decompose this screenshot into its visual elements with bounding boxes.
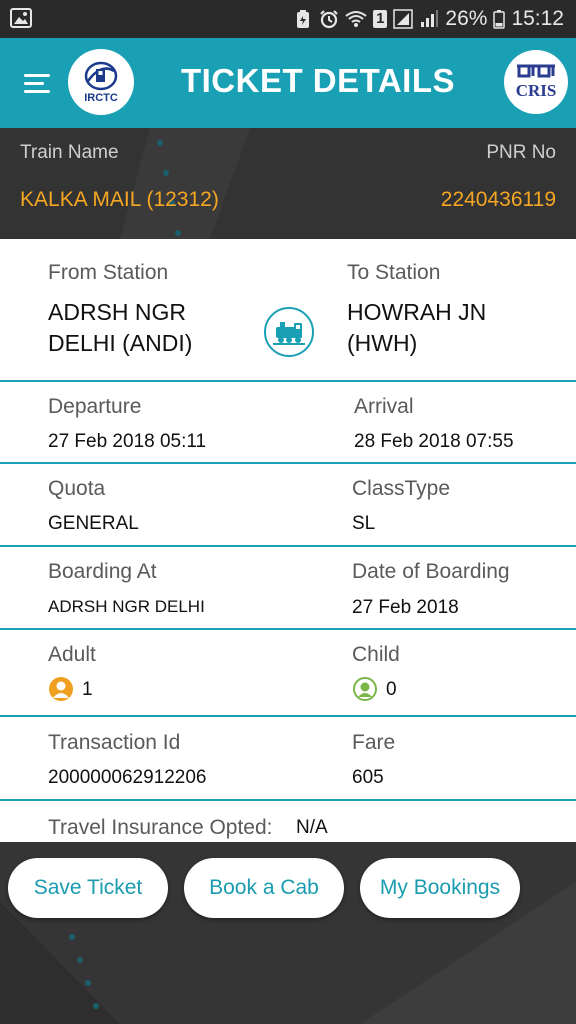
cris-logo-text: CRIS bbox=[516, 81, 557, 100]
travel-insurance-value: N/A bbox=[296, 817, 328, 838]
quota-label: Quota bbox=[48, 477, 106, 500]
fare-label: Fare bbox=[352, 731, 396, 754]
wifi-icon bbox=[345, 11, 367, 27]
insurance-row: Travel Insurance Opted: N/A bbox=[0, 801, 576, 842]
boarding-at-label: Boarding At bbox=[48, 560, 157, 583]
train-header: Train Name PNR No KALKA MAIL (12312) 224… bbox=[0, 128, 576, 239]
to-station-line1: HOWRAH JN bbox=[347, 299, 487, 325]
cris-emblem-icon: CRIS bbox=[516, 64, 557, 100]
save-ticket-button[interactable]: Save Ticket bbox=[8, 858, 168, 918]
irctc-logo-text: IRCTC bbox=[84, 91, 118, 104]
transaction-id-label: Transaction Id bbox=[48, 731, 181, 754]
travel-insurance-label: Travel Insurance Opted: bbox=[48, 816, 273, 839]
to-station-label: To Station bbox=[347, 261, 441, 284]
gallery-notification-icon bbox=[10, 8, 32, 28]
battery-saver-icon bbox=[297, 10, 310, 28]
departure-value: 27 Feb 2018 05:11 bbox=[48, 431, 207, 452]
to-station-line2: (HWH) bbox=[347, 330, 418, 356]
boarding-at-value: ADRSH NGR DELHI bbox=[48, 597, 205, 616]
boarding-row: Boarding At ADRSH NGR DELHI Date of Boar… bbox=[0, 547, 576, 630]
class-type-label: ClassType bbox=[352, 477, 451, 500]
signal-bars-icon bbox=[421, 10, 439, 27]
arrival-label: Arrival bbox=[354, 395, 414, 418]
passengers-row: Adult 1 Child 0 bbox=[0, 630, 576, 717]
class-type-value: SL bbox=[352, 513, 376, 534]
train-name-label: Train Name bbox=[20, 142, 119, 163]
status-bar: 1 26% 15:12 bbox=[0, 0, 576, 38]
from-station-line1: ADRSH NGR bbox=[48, 299, 187, 325]
from-station-label: From Station bbox=[48, 261, 169, 284]
battery-percent: 26% bbox=[445, 7, 488, 30]
train-icon bbox=[264, 307, 314, 357]
adult-label: Adult bbox=[48, 643, 96, 666]
arrival-value: 28 Feb 2018 07:55 bbox=[354, 431, 514, 452]
child-label: Child bbox=[352, 643, 400, 666]
cris-logo[interactable]: CRIS bbox=[504, 50, 568, 114]
battery-icon bbox=[493, 10, 506, 29]
irctc-emblem-icon bbox=[84, 61, 118, 90]
app-bar: IRCTC TICKET DETAILS CRIS bbox=[0, 38, 576, 128]
ticket-details-card: From Station ADRSH NGR DELHI (ANDI) To S… bbox=[0, 239, 576, 842]
date-of-boarding-label: Date of Boarding bbox=[352, 560, 510, 583]
child-icon bbox=[353, 677, 377, 701]
date-of-boarding-value: 27 Feb 2018 bbox=[352, 597, 459, 618]
payment-row: Transaction Id 200000062912206 Fare 605 bbox=[0, 717, 576, 801]
adult-count: 1 bbox=[82, 679, 93, 700]
irctc-logo: IRCTC bbox=[68, 49, 134, 115]
fare-value: 605 bbox=[352, 767, 384, 788]
transaction-id-value: 200000062912206 bbox=[48, 767, 207, 788]
sim-badge: 1 bbox=[373, 10, 388, 28]
pnr-label: PNR No bbox=[486, 142, 556, 163]
book-cab-button[interactable]: Book a Cab bbox=[184, 858, 344, 918]
departure-label: Departure bbox=[48, 395, 142, 418]
pnr-value: 2240436119 bbox=[440, 188, 556, 211]
journey-row: From Station ADRSH NGR DELHI (ANDI) To S… bbox=[0, 239, 576, 382]
page-title: TICKET DETAILS bbox=[180, 62, 456, 99]
times-row: Departure 27 Feb 2018 05:11 Arrival 28 F… bbox=[0, 382, 576, 464]
quota-row: Quota GENERAL ClassType SL bbox=[0, 464, 576, 547]
from-station-line2: DELHI (ANDI) bbox=[48, 330, 193, 356]
child-count: 0 bbox=[386, 679, 397, 700]
my-bookings-button[interactable]: My Bookings bbox=[360, 858, 520, 918]
quota-value: GENERAL bbox=[48, 513, 139, 534]
alarm-icon bbox=[320, 10, 338, 29]
train-name-value: KALKA MAIL (12312) bbox=[20, 188, 219, 211]
adult-icon bbox=[49, 677, 73, 701]
signal-strength-icon bbox=[393, 9, 414, 29]
bottom-action-area: Save Ticket Book a Cab My Bookings bbox=[0, 842, 576, 1024]
clock: 15:12 bbox=[511, 7, 564, 30]
hamburger-menu-icon[interactable] bbox=[24, 72, 52, 94]
